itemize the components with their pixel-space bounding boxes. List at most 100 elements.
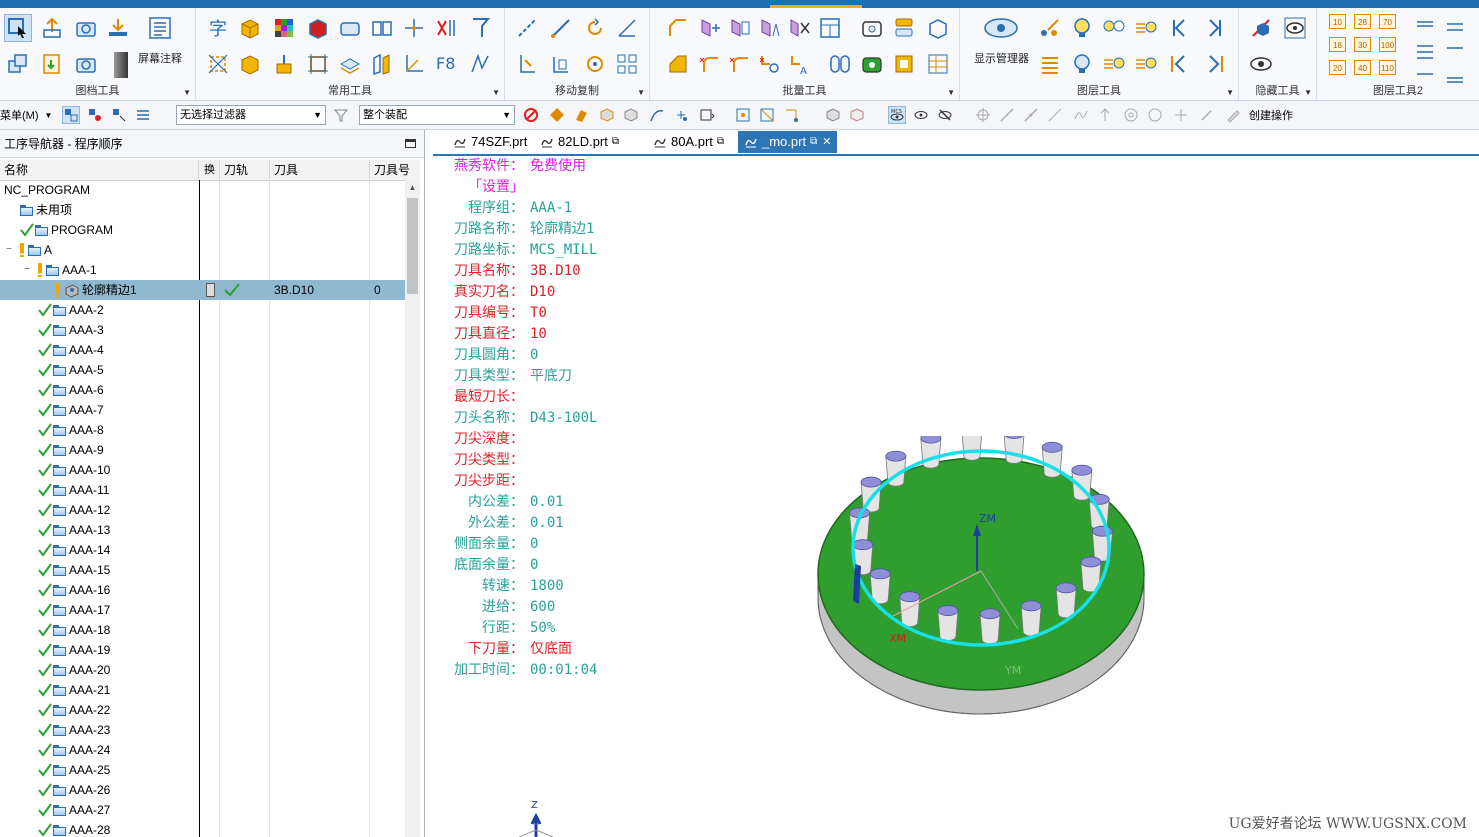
batch-offset-button[interactable]: [756, 14, 784, 42]
snap-3-button[interactable]: [782, 106, 800, 124]
layer-number-button[interactable]: 70: [1379, 14, 1396, 29]
document-tab[interactable]: 80A.prt ⧉: [647, 131, 730, 153]
shell-button[interactable]: [336, 14, 364, 42]
lightbulb-off-button[interactable]: [1068, 50, 1096, 78]
hide-toggle-button[interactable]: [936, 106, 954, 124]
snap-circle-button[interactable]: [1122, 106, 1140, 124]
batch-fillet-button[interactable]: [726, 50, 754, 78]
clear-selection-button[interactable]: [522, 106, 540, 124]
collapse-toggle-icon[interactable]: −: [24, 260, 30, 280]
open-file-button[interactable]: [38, 50, 66, 78]
group-expand-icon[interactable]: ▼: [1226, 88, 1234, 97]
layer-number-button[interactable]: 100: [1379, 37, 1396, 52]
program-row[interactable]: AAA-10: [0, 460, 405, 480]
extrude-button[interactable]: [236, 50, 264, 78]
program-row[interactable]: AAA-9: [0, 440, 405, 460]
program-row[interactable]: AAA-23: [0, 720, 405, 740]
filter-mode-3-button[interactable]: [110, 106, 128, 124]
light-list3-button[interactable]: [1132, 50, 1160, 78]
group-expand-icon[interactable]: ▼: [637, 88, 645, 97]
column-header-tool[interactable]: 刀具: [270, 160, 370, 180]
filter-mode-1-button[interactable]: [62, 106, 80, 124]
mcs-view-button[interactable]: MCS: [888, 106, 906, 124]
show-button[interactable]: [1281, 14, 1309, 42]
filter-funnel-button[interactable]: [332, 106, 350, 124]
view-cube-2-button[interactable]: [848, 106, 866, 124]
array-button[interactable]: [613, 50, 641, 78]
body-gray2-button[interactable]: [622, 106, 640, 124]
document-tab[interactable]: _mo.prt ⧉ ✕: [738, 131, 838, 153]
column-header-tool-number[interactable]: 刀具号: [370, 160, 420, 180]
snap-1-button[interactable]: [734, 106, 752, 124]
create-operation-button[interactable]: 创建操作: [1249, 105, 1293, 125]
layer-number-button[interactable]: 10: [1329, 14, 1346, 29]
snap-2-button[interactable]: [758, 106, 776, 124]
snap-end-button[interactable]: [998, 106, 1016, 124]
layer-stack-button[interactable]: [1036, 50, 1064, 78]
program-row[interactable]: AAA-15: [0, 560, 405, 580]
batch-box-button[interactable]: [924, 14, 952, 42]
program-row[interactable]: AAA-17: [0, 600, 405, 620]
lights-button[interactable]: [1100, 14, 1128, 42]
layer-number-button[interactable]: 40: [1354, 60, 1371, 75]
scroll-up-icon[interactable]: ▲: [405, 180, 420, 195]
snap-center-button[interactable]: [974, 106, 992, 124]
layer-last-button[interactable]: [1200, 50, 1228, 78]
column-header-name[interactable]: 名称: [0, 160, 199, 180]
batch-measure-button[interactable]: [858, 14, 886, 42]
wire-button[interactable]: [466, 50, 494, 78]
document-tab[interactable]: 82LD.prt ⧉: [534, 131, 625, 153]
layer-move-button[interactable]: [1036, 14, 1064, 42]
layer-number-button[interactable]: 28: [1354, 14, 1371, 29]
export-button[interactable]: [38, 14, 66, 42]
display-manager-button[interactable]: 显示管理器: [974, 50, 1029, 66]
program-row[interactable]: AAA-21: [0, 680, 405, 700]
light-list2-button[interactable]: [1100, 50, 1128, 78]
program-row[interactable]: PROGRAM: [0, 220, 405, 240]
program-row[interactable]: AAA-18: [0, 620, 405, 640]
delete-edge-button[interactable]: [432, 14, 460, 42]
mirror-button[interactable]: [547, 50, 575, 78]
document-tab[interactable]: 74SZF.prt: [447, 131, 533, 153]
eye-toggle-button[interactable]: [912, 106, 930, 124]
snap-control-button[interactable]: [1046, 106, 1064, 124]
body-gray-button[interactable]: [598, 106, 616, 124]
layer-first-button[interactable]: [1166, 50, 1194, 78]
batch-chamfer-button[interactable]: [664, 14, 692, 42]
program-row[interactable]: AAA-14: [0, 540, 405, 560]
batch-text-button[interactable]: A: [786, 50, 814, 78]
program-row[interactable]: AAA-27: [0, 800, 405, 820]
program-row[interactable]: − AAA-1: [0, 260, 405, 280]
group-expand-icon[interactable]: ▼: [947, 88, 955, 97]
batch-boss-button[interactable]: [858, 50, 886, 78]
snap-arrow-button[interactable]: [1096, 106, 1114, 124]
box-button[interactable]: [236, 14, 264, 42]
assembly-scope-dropdown[interactable]: 整个装配 ▼: [359, 105, 515, 125]
block-button[interactable]: [368, 14, 396, 42]
program-row[interactable]: AAA-8: [0, 420, 405, 440]
program-row[interactable]: AAA-19: [0, 640, 405, 660]
view-cube-1-button[interactable]: [824, 106, 842, 124]
group-expand-icon[interactable]: ▼: [492, 88, 500, 97]
layers-button[interactable]: [336, 50, 364, 78]
filter-mode-2-button[interactable]: [86, 106, 104, 124]
program-row[interactable]: AAA-22: [0, 700, 405, 720]
f8-label[interactable]: F8: [436, 54, 455, 73]
program-row[interactable]: AAA-26: [0, 780, 405, 800]
snap-intersect-button[interactable]: [1172, 106, 1190, 124]
batch-copy-button[interactable]: [726, 14, 754, 42]
curve-button[interactable]: [648, 106, 666, 124]
layer-number-button[interactable]: 30: [1354, 37, 1371, 52]
type-filter-dropdown[interactable]: 无选择过滤器 ▼: [176, 105, 326, 125]
show-all-button[interactable]: [1247, 50, 1275, 78]
program-row[interactable]: AAA-6: [0, 380, 405, 400]
orange-body-button[interactable]: [548, 106, 566, 124]
snap-quadrant-button[interactable]: [1146, 106, 1164, 124]
panel-button[interactable]: [368, 50, 396, 78]
solid-button[interactable]: [304, 14, 332, 42]
layer-next-button[interactable]: [1200, 14, 1228, 42]
program-row[interactable]: NC_PROGRAM: [0, 180, 405, 200]
copy-window-button[interactable]: [4, 50, 32, 78]
batch-corner-button[interactable]: [664, 50, 692, 78]
move-button[interactable]: [547, 14, 575, 42]
